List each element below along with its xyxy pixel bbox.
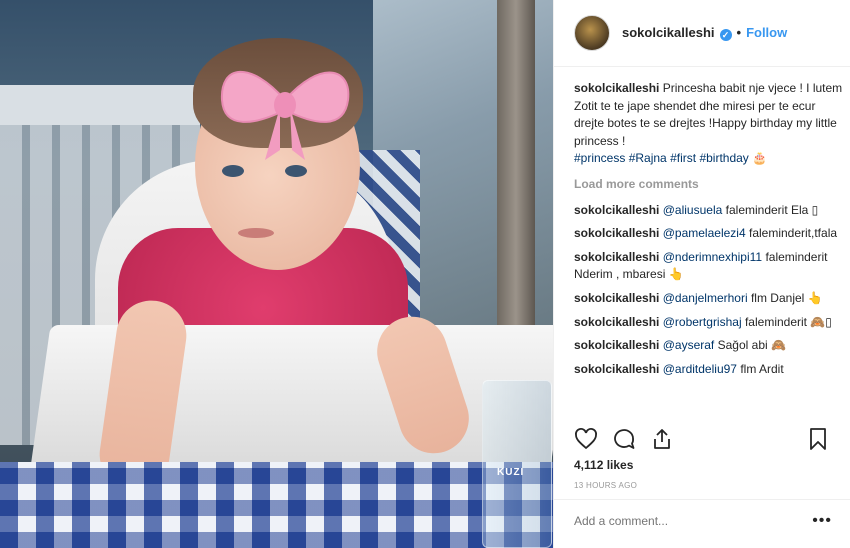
checkered-tablecloth	[0, 462, 553, 548]
right-eye	[285, 165, 307, 177]
background-tree	[497, 0, 535, 350]
action-bar	[574, 424, 830, 454]
heart-icon[interactable]	[574, 427, 598, 451]
avatar[interactable]	[574, 15, 610, 51]
comment-icon[interactable]	[612, 427, 636, 451]
likes-count[interactable]: 4,112 likes	[574, 458, 633, 472]
add-comment-input[interactable]	[574, 514, 794, 528]
comment-mention[interactable]: @danjelmerhori	[663, 291, 748, 305]
comment-text: faleminderit 🙈▯	[744, 314, 832, 329]
verified-badge-icon: ✓	[719, 29, 732, 41]
hashtag-link[interactable]: #birthday	[699, 151, 748, 165]
comment-username[interactable]: sokolcikalleshi	[574, 362, 659, 376]
post-timestamp[interactable]: 13 HOURS AGO	[574, 481, 637, 490]
comment: sokolcikalleshi @robertgrishaj faleminde…	[574, 314, 844, 332]
comment-text: flm Ardit	[740, 361, 784, 376]
comment-mention[interactable]: @aliusuela	[663, 203, 723, 217]
comment-username[interactable]: sokolcikalleshi	[574, 203, 659, 217]
caption-hashtags: #princess #Rajna #first #birthday	[574, 151, 752, 165]
more-options-button[interactable]: •••	[812, 512, 832, 530]
share-icon[interactable]	[650, 427, 674, 451]
comment: sokolcikalleshi @ayseraf Sağol abi 🙈	[574, 337, 844, 355]
glass-logo: KUZI	[497, 467, 525, 478]
comment-username[interactable]: sokolcikalleshi	[574, 291, 659, 305]
follow-button[interactable]: Follow	[746, 25, 787, 40]
bookmark-icon[interactable]	[806, 427, 830, 451]
post-side-panel: sokolcikalleshi ✓ • Follow sokolcikalleshi …	[553, 0, 850, 548]
comment-text: faleminderit,tfala	[748, 226, 838, 241]
post-photo[interactable]: KUZI	[0, 0, 553, 548]
comment-mention[interactable]: @arditdeliu97	[663, 362, 737, 376]
comment-mention[interactable]: @ayseraf	[663, 338, 715, 352]
comment-username[interactable]: sokolcikalleshi	[574, 226, 659, 240]
hashtag-link[interactable]: #Rajna	[629, 151, 667, 165]
bench-top	[0, 85, 200, 125]
comment: sokolcikalleshi @arditdeliu97 flm Ardit	[574, 361, 844, 379]
comment-username[interactable]: sokolcikalleshi	[574, 250, 659, 264]
comment: sokolcikalleshi @nderimnexhipi11 falemin…	[574, 249, 844, 284]
header-username[interactable]: sokolcikalleshi ✓ • Follow	[622, 25, 787, 41]
pink-bow	[220, 70, 350, 160]
caption: sokolcikalleshi Princesha babit nje vjec…	[574, 80, 844, 168]
divider	[554, 499, 850, 500]
hashtag-link[interactable]: #princess	[574, 151, 625, 165]
comment-mention[interactable]: @nderimnexhipi11	[663, 250, 762, 264]
header-dot: •	[736, 25, 742, 40]
hashtag-link[interactable]: #first	[670, 151, 696, 165]
comments-list[interactable]: sokolcikalleshi Princesha babit nje vjec…	[574, 80, 844, 415]
comment-username[interactable]: sokolcikalleshi	[574, 315, 659, 329]
comment: sokolcikalleshi @danjelmerhori flm Danje…	[574, 290, 844, 308]
comment-mention[interactable]: @robertgrishaj	[663, 315, 742, 329]
left-eye	[222, 165, 244, 177]
mouth	[238, 228, 274, 238]
comment: sokolcikalleshi @pamelaelezi4 faleminder…	[574, 225, 844, 243]
post-header: sokolcikalleshi ✓ • Follow	[554, 0, 850, 67]
comment-text: faleminderit Ela ▯	[725, 202, 819, 217]
comment: sokolcikalleshi @aliusuela faleminderit …	[574, 202, 844, 220]
caption-username[interactable]: sokolcikalleshi	[574, 81, 659, 95]
comment-mention[interactable]: @pamelaelezi4	[663, 226, 746, 240]
comment-username[interactable]: sokolcikalleshi	[574, 338, 659, 352]
water-glass: KUZI	[482, 380, 552, 548]
load-more-comments-button[interactable]: Load more comments	[574, 176, 844, 194]
comment-text: flm Danjel 👆	[750, 290, 823, 305]
cake-emoji: 🎂	[752, 151, 768, 166]
comment-text: Sağol abi 🙈	[717, 338, 786, 353]
